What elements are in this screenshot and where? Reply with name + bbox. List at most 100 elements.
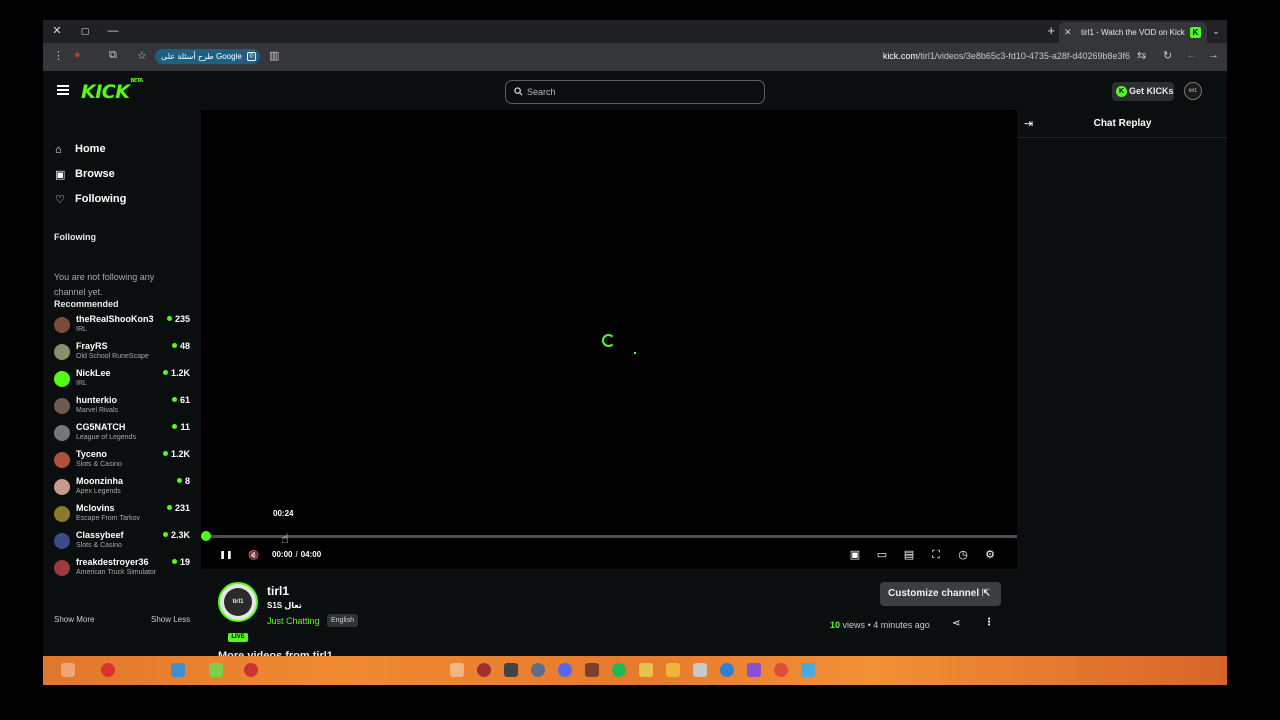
- customize-channel-button[interactable]: Customize channel ⇱: [880, 582, 1001, 606]
- playback-speed-icon[interactable]: ◷: [956, 548, 970, 562]
- file-explorer-icon[interactable]: [666, 663, 680, 677]
- clip-icon[interactable]: ▤: [902, 548, 916, 562]
- taskbar-app-icon[interactable]: [504, 663, 518, 677]
- browser-tab[interactable]: ✕ tirl1 - Watch the VOD on Kick K: [1059, 22, 1207, 43]
- live-dot-icon: [176, 478, 182, 483]
- taskbar-app-icon[interactable]: [747, 663, 761, 677]
- taskbar-app-icon[interactable]: [171, 663, 185, 677]
- show-more-button[interactable]: Show More: [54, 615, 94, 624]
- taskbar-app-icon[interactable]: [693, 663, 707, 677]
- channel-avatar: [54, 344, 70, 360]
- back-icon[interactable]: ←: [1186, 49, 1197, 61]
- logo-text: KICK: [81, 81, 130, 103]
- taskbar-app-icon[interactable]: [639, 663, 653, 677]
- bookmark-star-icon[interactable]: ☆: [137, 49, 147, 62]
- extensions-puzzle-icon[interactable]: ⧉: [109, 49, 117, 62]
- recommended-channel[interactable]: CG5NATCH League of Legends 11: [54, 422, 190, 446]
- weather-icon[interactable]: [61, 663, 75, 677]
- user-avatar[interactable]: tirl1: [1184, 82, 1202, 100]
- recommended-channel[interactable]: Tyceno Slots & Casino 1.2K: [54, 449, 190, 473]
- recommended-channel[interactable]: hunterkio Marvel Rivals 61: [54, 395, 190, 419]
- seek-bar-handle[interactable]: [201, 531, 211, 541]
- pause-icon[interactable]: ❚❚: [219, 548, 233, 562]
- system-tray[interactable]: [1159, 659, 1221, 681]
- chat-header: ⇥ Chat Replay: [1018, 110, 1227, 138]
- url-host: kick.com: [882, 51, 918, 61]
- taskbar-app-icon[interactable]: [209, 663, 223, 677]
- language-tag[interactable]: English: [327, 614, 358, 627]
- reading-mode-icon[interactable]: ▥: [269, 49, 279, 62]
- taskbar-app-icon[interactable]: [101, 663, 115, 677]
- viewer-count-value: 8: [184, 476, 190, 486]
- stream-category-link[interactable]: Just Chatting: [267, 616, 320, 626]
- kick-page: KICKBETA Search K Get KICKs tirl1 ⌂ Home…: [43, 71, 1227, 656]
- seek-bar[interactable]: [201, 531, 1017, 541]
- channel-avatar: [54, 317, 70, 333]
- sidebar-item-home[interactable]: ⌂ Home: [55, 142, 155, 160]
- taskbar-app-icon[interactable]: [244, 663, 258, 677]
- sidebar-item-following[interactable]: ♡ Following: [55, 192, 155, 210]
- recommended-channel[interactable]: FrayRS Old School RuneScape 48: [54, 341, 190, 365]
- new-tab-button[interactable]: +: [1047, 23, 1055, 38]
- fullscreen-icon[interactable]: ⛶: [929, 548, 943, 562]
- start-icon[interactable]: [450, 663, 464, 677]
- edge-icon[interactable]: [720, 663, 734, 677]
- extension-icon[interactable]: ●: [74, 49, 81, 61]
- channel-avatar: [54, 398, 70, 414]
- sidebar-item-browse[interactable]: ▣ Browse: [55, 167, 155, 185]
- channel-name: NickLee: [76, 368, 111, 378]
- viewer-count-value: 11: [180, 422, 190, 432]
- more-options-icon[interactable]: ⋮: [984, 617, 994, 628]
- recommended-heading: Recommended: [54, 299, 119, 309]
- window-minimize-icon[interactable]: —: [105, 23, 121, 39]
- channel-name: hunterkio: [76, 395, 118, 405]
- mute-icon[interactable]: 🔇: [247, 548, 261, 562]
- spotify-icon[interactable]: [612, 663, 626, 677]
- viewer-count-value: 48: [179, 341, 190, 351]
- tab-close-icon[interactable]: ✕: [1064, 22, 1072, 43]
- taskbar-app-icon[interactable]: [477, 663, 491, 677]
- get-kicks-button[interactable]: K Get KICKs: [1112, 82, 1174, 101]
- video-player[interactable]: 00:24 ☝ ❚❚ 🔇 00:00/04:00 ▣ ▭ ▤ ⛶ ◷ ⚙: [201, 110, 1017, 569]
- kick-logo[interactable]: KICKBETA: [81, 78, 143, 103]
- channel-category: IRL: [76, 326, 87, 333]
- show-less-button[interactable]: Show Less: [151, 615, 190, 624]
- site-settings-icon[interactable]: ⇆: [1137, 49, 1146, 62]
- settings-gear-icon[interactable]: ⚙: [983, 548, 997, 562]
- live-dot-icon: [171, 397, 177, 402]
- recommended-channel[interactable]: Moonzinha Apex Legends 8: [54, 476, 190, 500]
- heart-icon: ♡: [55, 194, 65, 206]
- viewer-count: 19: [171, 557, 190, 567]
- channel-name[interactable]: tirl1: [267, 584, 289, 598]
- forward-icon[interactable]: →: [1208, 49, 1219, 61]
- google-lens-pill[interactable]: طرح أسئلة على Google ◎: [155, 49, 260, 64]
- channel-avatar[interactable]: tirl1: [218, 582, 258, 622]
- live-dot-icon: [171, 559, 177, 564]
- chrome-icon[interactable]: [774, 663, 788, 677]
- recommended-channel[interactable]: Classybeef Slots & Casino 2.3K: [54, 530, 190, 554]
- share-icon[interactable]: ⋖: [952, 618, 960, 629]
- window-restore-icon[interactable]: ▢: [77, 23, 93, 39]
- recommended-channel[interactable]: theRealShooKon3 IRL 235: [54, 314, 190, 338]
- discord-icon[interactable]: [558, 663, 572, 677]
- recommended-channel[interactable]: NickLee IRL 1.2K: [54, 368, 190, 392]
- miniplayer-icon[interactable]: ▣: [848, 548, 862, 562]
- recommended-channel[interactable]: Mclovins Escape From Tarkov 231: [54, 503, 190, 527]
- taskbar-app-icon[interactable]: [585, 663, 599, 677]
- taskbar-app-icon[interactable]: [531, 663, 545, 677]
- sidebar: ⌂ Home ▣ Browse ♡ Following Following Yo…: [43, 111, 199, 656]
- taskbar-app-icon[interactable]: [801, 663, 815, 677]
- live-dot-icon: [172, 424, 178, 429]
- reload-icon[interactable]: ↻: [1163, 49, 1172, 62]
- tab-search-icon[interactable]: ⌄: [1209, 23, 1223, 39]
- time-display: 00:00/04:00: [272, 550, 321, 559]
- window-close-icon[interactable]: ✕: [49, 23, 65, 39]
- recommended-channel[interactable]: freakdestroyer36 American Truck Simulator…: [54, 557, 190, 581]
- customize-label: Customize channel: [888, 588, 980, 599]
- address-bar[interactable]: kick.com/tirl1/videos/3e8b65c3-fd10-4735…: [883, 51, 1130, 61]
- search-input[interactable]: Search: [505, 80, 765, 104]
- hamburger-menu-icon[interactable]: [57, 85, 69, 95]
- theater-mode-icon[interactable]: ▭: [875, 548, 889, 562]
- viewer-count-value: 1.2K: [170, 368, 190, 378]
- menu-dots-icon[interactable]: ⋮: [53, 49, 64, 62]
